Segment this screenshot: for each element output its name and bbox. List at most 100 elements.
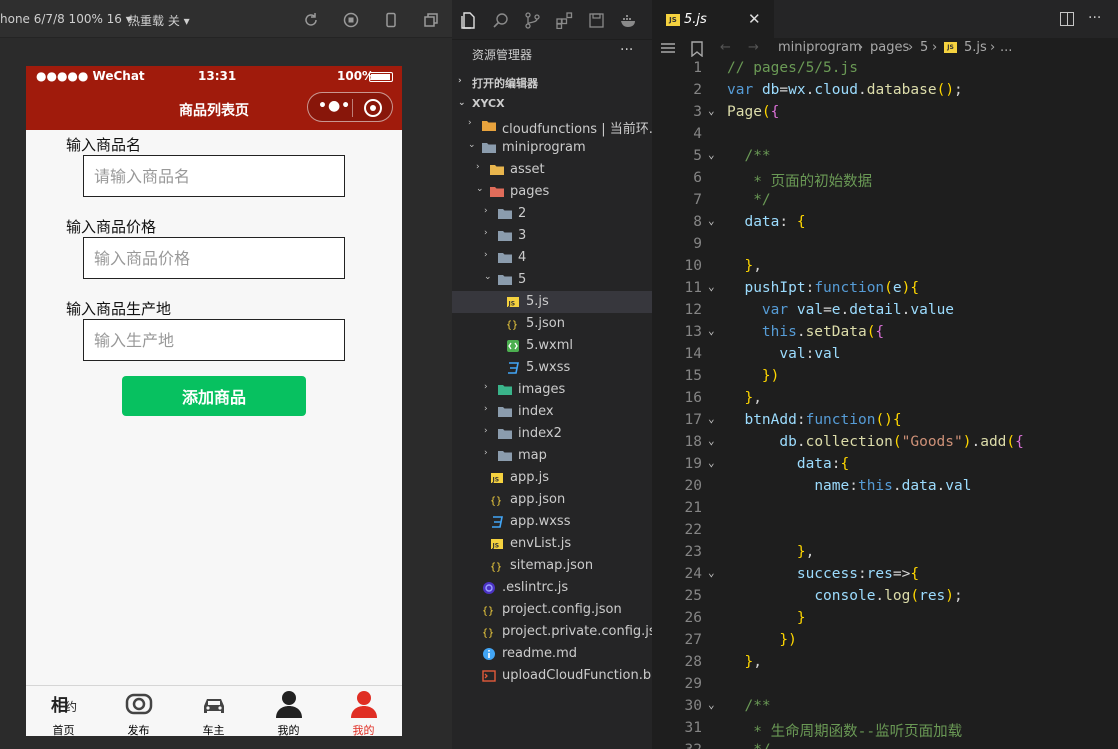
code-line[interactable]: 1 // pages/5/5.js [652, 58, 1118, 80]
tree-folder[interactable]: ⌄ 5 [452, 269, 652, 291]
tab-home[interactable]: 相约 首页 [26, 686, 101, 736]
popout-icon[interactable] [423, 12, 439, 28]
fold-chevron-icon[interactable]: ⌄ [708, 456, 715, 469]
tree-file[interactable]: uploadCloudFunction.b... [452, 665, 652, 687]
tree-file[interactable]: {} project.private.config.js... [452, 621, 652, 643]
code-line[interactable]: 11 ⌄ pushIpt:function(e){ [652, 278, 1118, 300]
code-line[interactable]: 4 [652, 124, 1118, 146]
code-line[interactable]: 26 } [652, 608, 1118, 630]
tree-folder[interactable]: › images [452, 379, 652, 401]
split-editor-icon[interactable] [1060, 12, 1074, 26]
source-control-icon[interactable] [524, 12, 541, 29]
files-icon[interactable] [460, 12, 477, 29]
forward-arrow-icon[interactable]: → [748, 40, 759, 55]
code-line[interactable]: 15 }) [652, 366, 1118, 388]
tab-mine-active[interactable]: 我的 [326, 686, 401, 736]
project-section[interactable]: ⌄ XYCX [452, 93, 652, 115]
code-line[interactable]: 10 }, [652, 256, 1118, 278]
docker-icon[interactable] [620, 12, 637, 29]
breadcrumb-item[interactable]: miniprogram [778, 40, 862, 55]
tree-file[interactable]: {} 5.json [452, 313, 652, 335]
tree-file[interactable]: 5.wxss [452, 357, 652, 379]
tree-file[interactable]: 5.wxml [452, 335, 652, 357]
tree-folder[interactable]: › 4 [452, 247, 652, 269]
add-product-button[interactable]: 添加商品 [122, 376, 306, 416]
code-line[interactable]: 22 [652, 520, 1118, 542]
tree-file[interactable]: JS envList.js [452, 533, 652, 555]
hot-reload-select[interactable]: 热重载 关 ▾ [128, 12, 190, 29]
tree-folder[interactable]: ⌄ miniprogram [452, 137, 652, 159]
tree-file[interactable]: JS 5.js [452, 291, 652, 313]
code-line[interactable]: 3 ⌄ Page({ [652, 102, 1118, 124]
code-line[interactable]: 9 [652, 234, 1118, 256]
phone-icon[interactable] [383, 12, 399, 28]
fold-chevron-icon[interactable]: ⌄ [708, 324, 715, 337]
tree-folder[interactable]: › cloudfunctions | 当前环... [452, 115, 652, 137]
code-line[interactable]: 12 var val=e.detail.value [652, 300, 1118, 322]
tree-file[interactable]: {} app.json [452, 489, 652, 511]
code-line[interactable]: 5 ⌄ /** [652, 146, 1118, 168]
tree-file[interactable]: {} sitemap.json [452, 555, 652, 577]
breadcrumb-item[interactable]: pages [870, 40, 909, 55]
open-editors-section[interactable]: › 打开的编辑器 [452, 71, 652, 93]
fold-chevron-icon[interactable]: ⌄ [708, 698, 715, 711]
fold-chevron-icon[interactable]: ⌄ [708, 280, 715, 293]
breadcrumb-item[interactable]: 5 [920, 40, 928, 55]
name-input[interactable] [83, 155, 345, 197]
tree-folder[interactable]: › map [452, 445, 652, 467]
tree-folder[interactable]: ⌄ pages [452, 181, 652, 203]
tree-folder[interactable]: › asset [452, 159, 652, 181]
tree-file[interactable]: app.wxss [452, 511, 652, 533]
breadcrumb-item[interactable]: ... [1000, 40, 1012, 55]
code-line[interactable]: 18 ⌄ db.collection("Goods").add({ [652, 432, 1118, 454]
code-line[interactable]: 30 ⌄ /** [652, 696, 1118, 718]
code-line[interactable]: 16 }, [652, 388, 1118, 410]
close-target-icon[interactable] [364, 99, 382, 117]
code-area[interactable]: 1 // pages/5/5.js 2 var db=wx.cloud.databas… [652, 58, 1118, 749]
breadcrumb-item[interactable]: 5.js [964, 40, 987, 55]
tab-5-js[interactable]: JS 5.js ✕ [652, 0, 774, 38]
code-line[interactable]: 23 }, [652, 542, 1118, 564]
code-line[interactable]: 29 [652, 674, 1118, 696]
tree-file[interactable]: .eslintrc.js [452, 577, 652, 599]
more-actions-icon[interactable]: ··· [1088, 10, 1101, 26]
tab-owner[interactable]: 车主 [176, 686, 251, 736]
code-line[interactable]: 28 }, [652, 652, 1118, 674]
code-line[interactable]: 7 */ [652, 190, 1118, 212]
close-icon[interactable]: ✕ [748, 10, 761, 28]
tab-publish[interactable]: 发布 [101, 686, 176, 736]
bookmark-icon[interactable] [690, 41, 704, 57]
code-line[interactable]: 17 ⌄ btnAdd:function(){ [652, 410, 1118, 432]
list-icon[interactable] [660, 42, 676, 56]
fold-chevron-icon[interactable]: ⌄ [708, 214, 715, 227]
back-arrow-icon[interactable]: ← [720, 40, 731, 55]
fold-chevron-icon[interactable]: ⌄ [708, 566, 715, 579]
origin-input[interactable] [83, 319, 345, 361]
tree-folder[interactable]: › 2 [452, 203, 652, 225]
search-icon[interactable] [492, 12, 509, 29]
code-line[interactable]: 19 ⌄ data:{ [652, 454, 1118, 476]
fold-chevron-icon[interactable]: ⌄ [708, 412, 715, 425]
code-line[interactable]: 32 */ [652, 740, 1118, 749]
tree-file[interactable]: JS app.js [452, 467, 652, 489]
code-line[interactable]: 31 * 生命周期函数--监听页面加载 [652, 718, 1118, 740]
code-line[interactable]: 24 ⌄ success:res=>{ [652, 564, 1118, 586]
tree-file[interactable]: readme.md [452, 643, 652, 665]
tree-folder[interactable]: › 3 [452, 225, 652, 247]
code-line[interactable]: 2 var db=wx.cloud.database(); [652, 80, 1118, 102]
stop-icon[interactable] [343, 12, 359, 28]
code-line[interactable]: 20 name:this.data.val [652, 476, 1118, 498]
code-line[interactable]: 25 console.log(res); [652, 586, 1118, 608]
extensions-icon[interactable] [556, 12, 573, 29]
fold-chevron-icon[interactable]: ⌄ [708, 434, 715, 447]
more-icon[interactable]: •●• [318, 98, 351, 114]
tree-folder[interactable]: › index [452, 401, 652, 423]
device-select[interactable]: hone 6/7/8 100% 16 ▾ [0, 12, 132, 26]
code-line[interactable]: 14 val:val [652, 344, 1118, 366]
fold-chevron-icon[interactable]: ⌄ [708, 104, 715, 117]
code-line[interactable]: 13 ⌄ this.setData({ [652, 322, 1118, 344]
refresh-icon[interactable] [303, 12, 319, 28]
code-line[interactable]: 27 }) [652, 630, 1118, 652]
tab-mine[interactable]: 我的 [251, 686, 326, 736]
explorer-more-button[interactable]: ··· [620, 42, 633, 58]
